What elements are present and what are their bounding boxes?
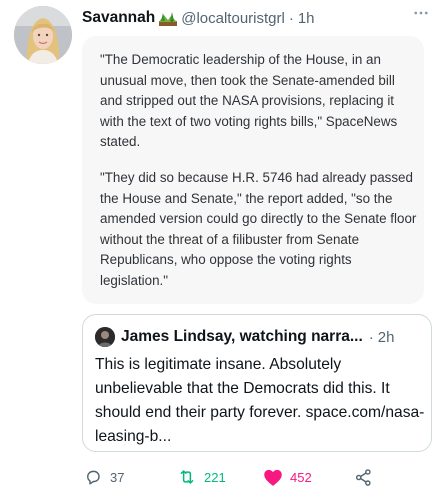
share-icon: [352, 466, 374, 488]
reply-count: 37: [110, 469, 125, 485]
more-button[interactable]: [410, 4, 432, 26]
header-separator: ·: [288, 9, 294, 27]
quoted-tweet[interactable]: James Lindsay, watching narra... · 2h Th…: [82, 314, 432, 452]
user-handle[interactable]: @localtouristgrl: [181, 10, 285, 27]
quoted-tweet-text: This is legitimate insane. Absolutely un…: [95, 356, 425, 445]
tweet-header: Savannah @localtouristgrl · 1h: [82, 6, 315, 30]
like-button[interactable]: 452: [262, 466, 312, 488]
quoted-avatar: [95, 327, 115, 347]
display-name[interactable]: Savannah: [82, 9, 155, 27]
reply-button[interactable]: 37: [82, 466, 124, 488]
national-park-emoji-icon: [159, 10, 178, 26]
screenshot-paragraph-1: "The Democratic leadership of the House,…: [100, 52, 398, 150]
tweet-actions: 37 221 452: [82, 466, 422, 488]
reply-icon: [82, 466, 104, 488]
tweet[interactable]: Savannah @localtouristgrl · 1h "The Demo…: [0, 0, 440, 500]
like-count: 452: [290, 469, 312, 485]
more-icon: [412, 4, 430, 27]
screenshot-paragraph-2: "They did so because H.R. 5746 had alrea…: [100, 170, 417, 288]
quoted-separator: ·: [368, 328, 374, 346]
heart-filled-icon: [262, 466, 284, 488]
retweet-icon: [176, 466, 198, 488]
avatar[interactable]: [14, 6, 72, 64]
attached-text-screenshot[interactable]: "The Democratic leadership of the House,…: [82, 36, 424, 304]
quoted-tweet-header: James Lindsay, watching narra... · 2h: [95, 325, 394, 349]
share-button[interactable]: [352, 466, 380, 488]
retweet-button[interactable]: 221: [176, 466, 226, 488]
tweet-timestamp[interactable]: 1h: [298, 10, 315, 27]
quoted-display-name: James Lindsay, watching narra...: [121, 328, 363, 345]
quoted-timestamp: 2h: [377, 328, 395, 346]
retweet-count: 221: [204, 469, 226, 485]
